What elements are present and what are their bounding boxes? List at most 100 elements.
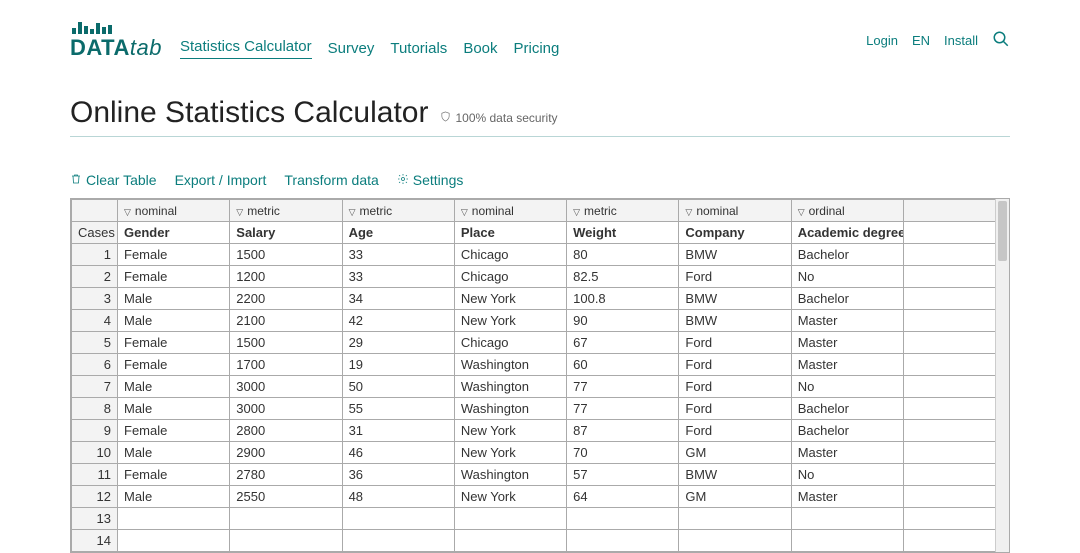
column-type-cell[interactable]: ▽ordinal	[791, 200, 903, 222]
data-cell[interactable]: New York	[454, 486, 566, 508]
data-cell[interactable]: Female	[118, 420, 230, 442]
data-cell[interactable]: Ford	[679, 354, 791, 376]
empty-data-cell[interactable]	[118, 530, 230, 552]
data-cell[interactable]: 70	[567, 442, 679, 464]
data-cell[interactable]: 100.8	[567, 288, 679, 310]
login-link[interactable]: Login	[866, 33, 898, 48]
data-cell[interactable]: BMW	[679, 310, 791, 332]
data-cell[interactable]: Master	[791, 442, 903, 464]
empty-data-cell[interactable]	[230, 530, 342, 552]
data-cell[interactable]: 2800	[230, 420, 342, 442]
nav-statistics-calculator[interactable]: Statistics Calculator	[180, 38, 312, 59]
data-cell[interactable]: 57	[567, 464, 679, 486]
data-cell[interactable]: Chicago	[454, 266, 566, 288]
column-header[interactable]: Place	[454, 222, 566, 244]
data-cell[interactable]: Ford	[679, 332, 791, 354]
settings-button[interactable]: Settings	[397, 172, 464, 188]
empty-data-cell[interactable]	[904, 464, 1009, 486]
data-cell[interactable]: 60	[567, 354, 679, 376]
data-cell[interactable]: 77	[567, 398, 679, 420]
data-cell[interactable]: Female	[118, 332, 230, 354]
empty-data-cell[interactable]	[454, 530, 566, 552]
data-cell[interactable]: Female	[118, 244, 230, 266]
data-cell[interactable]: Bachelor	[791, 244, 903, 266]
column-header[interactable]: Gender	[118, 222, 230, 244]
data-table[interactable]: ▽nominal▽metric▽metric▽nominal▽metric▽no…	[71, 199, 1009, 552]
empty-data-cell[interactable]	[118, 508, 230, 530]
data-cell[interactable]: 50	[342, 376, 454, 398]
data-cell[interactable]: 46	[342, 442, 454, 464]
empty-data-cell[interactable]	[567, 508, 679, 530]
data-cell[interactable]: Male	[118, 398, 230, 420]
column-header[interactable]: Age	[342, 222, 454, 244]
data-cell[interactable]: 67	[567, 332, 679, 354]
data-cell[interactable]: New York	[454, 420, 566, 442]
data-cell[interactable]: 1500	[230, 244, 342, 266]
row-number-cell[interactable]: 7	[72, 376, 118, 398]
empty-data-cell[interactable]	[904, 332, 1009, 354]
row-number-cell[interactable]: 12	[72, 486, 118, 508]
row-number-cell[interactable]: 14	[72, 530, 118, 552]
column-type-cell[interactable]: ▽nominal	[118, 200, 230, 222]
data-cell[interactable]: 2100	[230, 310, 342, 332]
data-cell[interactable]: Washington	[454, 354, 566, 376]
data-cell[interactable]: Bachelor	[791, 398, 903, 420]
data-cell[interactable]: 19	[342, 354, 454, 376]
data-cell[interactable]: 55	[342, 398, 454, 420]
data-cell[interactable]: No	[791, 266, 903, 288]
empty-data-cell[interactable]	[904, 442, 1009, 464]
data-cell[interactable]: Female	[118, 266, 230, 288]
vertical-scrollbar[interactable]	[995, 199, 1009, 552]
column-header[interactable]: Salary	[230, 222, 342, 244]
column-header[interactable]: Weight	[567, 222, 679, 244]
data-cell[interactable]: 33	[342, 266, 454, 288]
row-number-cell[interactable]: 3	[72, 288, 118, 310]
empty-data-cell[interactable]	[904, 266, 1009, 288]
column-type-cell[interactable]: ▽nominal	[679, 200, 791, 222]
empty-data-cell[interactable]	[904, 398, 1009, 420]
data-cell[interactable]: Chicago	[454, 244, 566, 266]
column-type-cell[interactable]: ▽metric	[230, 200, 342, 222]
data-cell[interactable]: New York	[454, 310, 566, 332]
empty-type-cell[interactable]	[904, 200, 1009, 222]
data-cell[interactable]: Female	[118, 354, 230, 376]
clear-table-button[interactable]: Clear Table	[70, 172, 157, 188]
empty-data-cell[interactable]	[679, 508, 791, 530]
data-cell[interactable]: Master	[791, 310, 903, 332]
data-cell[interactable]: 3000	[230, 376, 342, 398]
empty-data-cell[interactable]	[904, 244, 1009, 266]
data-cell[interactable]: 2780	[230, 464, 342, 486]
data-cell[interactable]: New York	[454, 442, 566, 464]
data-cell[interactable]: Male	[118, 442, 230, 464]
empty-data-cell[interactable]	[791, 508, 903, 530]
column-header[interactable]: Company	[679, 222, 791, 244]
empty-data-cell[interactable]	[791, 530, 903, 552]
empty-data-cell[interactable]	[342, 530, 454, 552]
row-number-cell[interactable]: 9	[72, 420, 118, 442]
empty-data-cell[interactable]	[454, 508, 566, 530]
data-cell[interactable]: 2900	[230, 442, 342, 464]
data-cell[interactable]: 1700	[230, 354, 342, 376]
data-cell[interactable]: 82.5	[567, 266, 679, 288]
install-link[interactable]: Install	[944, 33, 978, 48]
data-cell[interactable]: 36	[342, 464, 454, 486]
data-cell[interactable]: Chicago	[454, 332, 566, 354]
row-number-cell[interactable]: 10	[72, 442, 118, 464]
empty-data-cell[interactable]	[230, 508, 342, 530]
row-number-cell[interactable]: 6	[72, 354, 118, 376]
empty-data-cell[interactable]	[904, 486, 1009, 508]
data-cell[interactable]: BMW	[679, 464, 791, 486]
nav-pricing[interactable]: Pricing	[514, 40, 560, 57]
data-cell[interactable]: 80	[567, 244, 679, 266]
data-cell[interactable]: 2550	[230, 486, 342, 508]
row-number-cell[interactable]: 5	[72, 332, 118, 354]
empty-data-cell[interactable]	[904, 376, 1009, 398]
data-cell[interactable]: GM	[679, 442, 791, 464]
data-cell[interactable]: Washington	[454, 376, 566, 398]
data-cell[interactable]: Master	[791, 354, 903, 376]
column-type-cell[interactable]: ▽metric	[567, 200, 679, 222]
data-cell[interactable]: Ford	[679, 376, 791, 398]
data-cell[interactable]: 1200	[230, 266, 342, 288]
data-cell[interactable]: New York	[454, 288, 566, 310]
data-cell[interactable]: 90	[567, 310, 679, 332]
